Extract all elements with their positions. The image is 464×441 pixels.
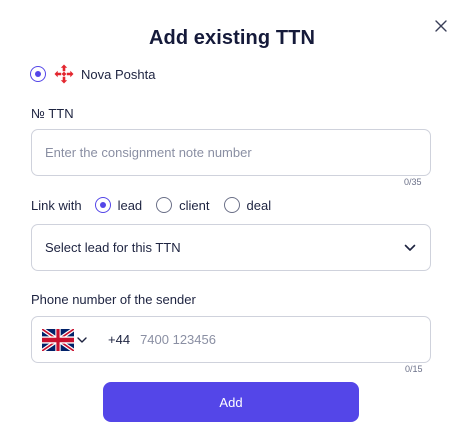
link-option-lead[interactable]: lead [94,197,143,213]
chevron-down-icon [404,244,416,251]
phone-field: +44 [31,316,431,363]
phone-input[interactable] [140,332,341,347]
ttn-field[interactable] [31,129,431,176]
lead-radio[interactable] [94,197,111,213]
ttn-input[interactable] [45,145,415,160]
add-ttn-dialog: Add existing TTN Nova Poshta № TTN 0/35 … [0,0,464,441]
lead-label: lead [117,197,143,213]
ttn-label: № TTN [31,106,74,121]
add-button[interactable]: Add [103,382,359,422]
provider-option[interactable]: Nova Poshta [30,63,155,85]
close-icon [435,20,447,32]
dialog-title: Add existing TTN [148,27,316,49]
lead-select-value: Select lead for this TTN [45,240,181,255]
phone-counter: 0/15 [405,364,423,374]
country-select[interactable] [42,328,88,351]
lead-select[interactable]: Select lead for this TTN [31,224,431,271]
deal-label: deal [246,197,272,213]
client-label: client [179,197,210,213]
ttn-counter: 0/35 [404,177,422,187]
link-option-deal[interactable]: deal [223,197,272,213]
uk-flag-icon [42,328,74,351]
link-with-group: Link with lead client deal [31,195,271,215]
phone-label: Phone number of the sender [31,292,196,307]
link-with-label: Link with [31,197,82,213]
client-radio[interactable] [156,197,173,213]
deal-radio[interactable] [223,197,240,213]
provider-name: Nova Poshta [81,66,156,82]
chevron-down-icon [77,336,87,343]
link-option-client[interactable]: client [156,197,210,213]
provider-radio[interactable] [30,66,46,82]
nova-poshta-logo-icon [54,64,74,84]
close-button[interactable] [430,15,452,37]
dial-code: +44 [108,332,131,347]
